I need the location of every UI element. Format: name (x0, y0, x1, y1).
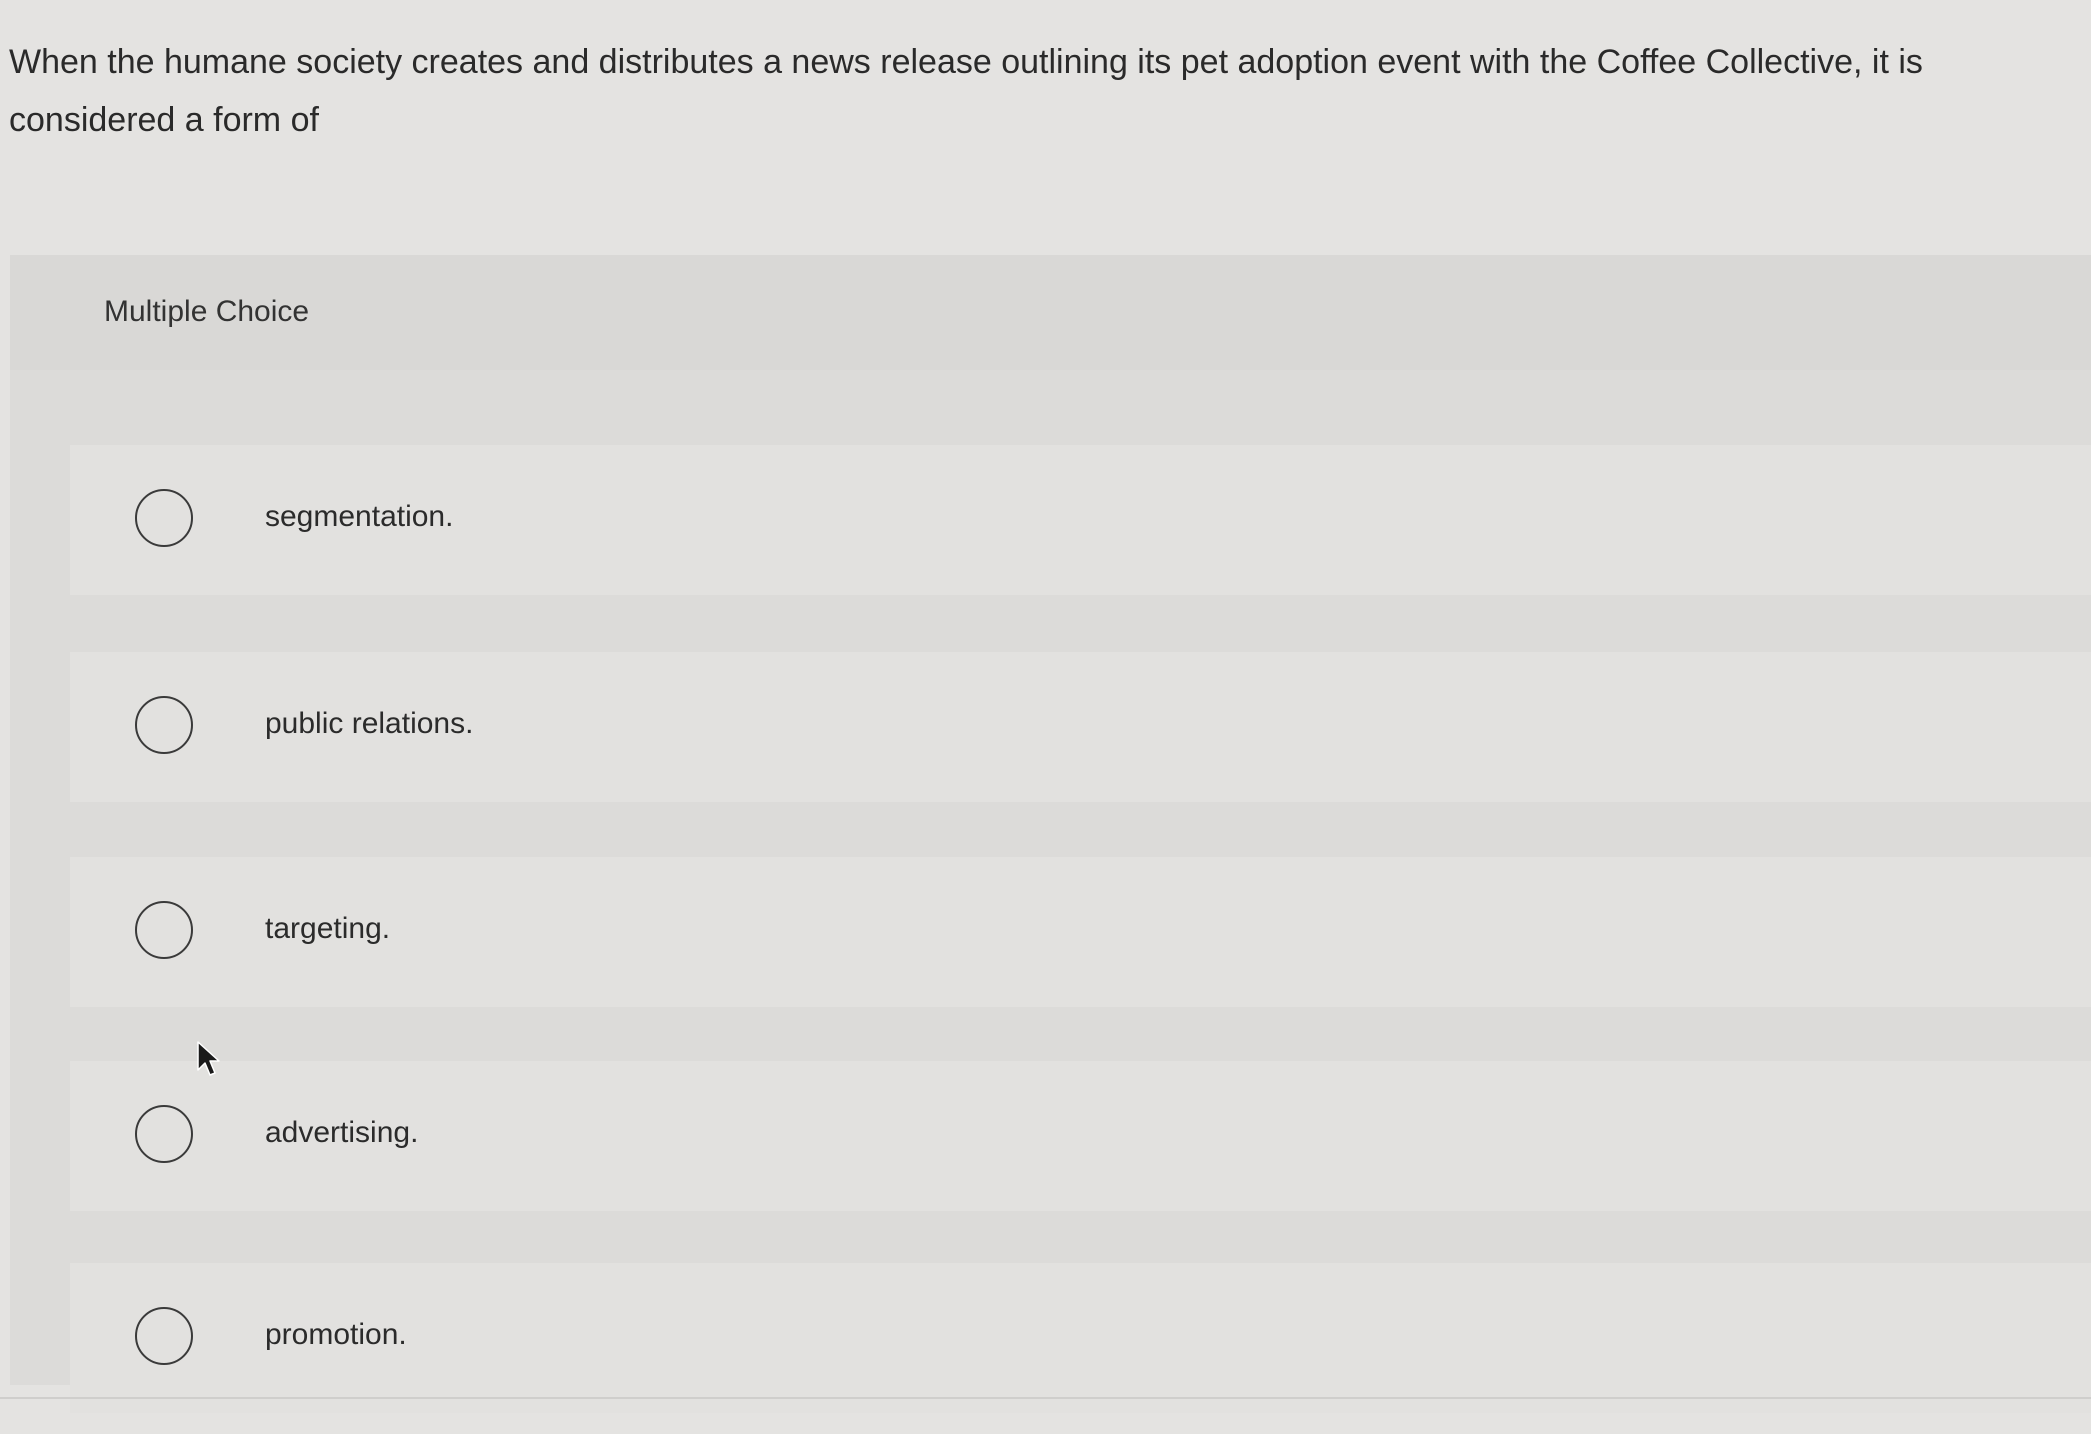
option-label: promotion. (265, 1318, 407, 1351)
option-label: segmentation. (265, 500, 454, 533)
multiple-choice-label: Multiple Choice (104, 295, 310, 328)
radio-unselected-icon[interactable] (135, 1307, 193, 1365)
option-advertising[interactable]: advertising. (70, 1061, 2091, 1211)
option-label: advertising. (265, 1116, 419, 1149)
divider (0, 1397, 2091, 1399)
question-text: When the humane society creates and dist… (9, 43, 1923, 139)
mouse-pointer-icon (197, 1041, 220, 1076)
radio-unselected-icon[interactable] (135, 696, 193, 754)
option-targeting[interactable]: targeting. (70, 857, 2091, 1007)
option-label: targeting. (265, 912, 391, 945)
option-segmentation[interactable]: segmentation. (70, 445, 2091, 595)
option-label: public relations. (265, 707, 474, 740)
radio-unselected-icon[interactable] (135, 1105, 193, 1163)
option-promotion[interactable]: promotion. (70, 1263, 2091, 1413)
radio-unselected-icon[interactable] (135, 489, 193, 547)
option-public-relations[interactable]: public relations. (70, 652, 2091, 802)
multiple-choice-header: Multiple Choice (10, 255, 2091, 370)
radio-unselected-icon[interactable] (135, 901, 193, 959)
multiple-choice-panel: Multiple Choice segmentation. public rel… (10, 255, 2091, 1413)
